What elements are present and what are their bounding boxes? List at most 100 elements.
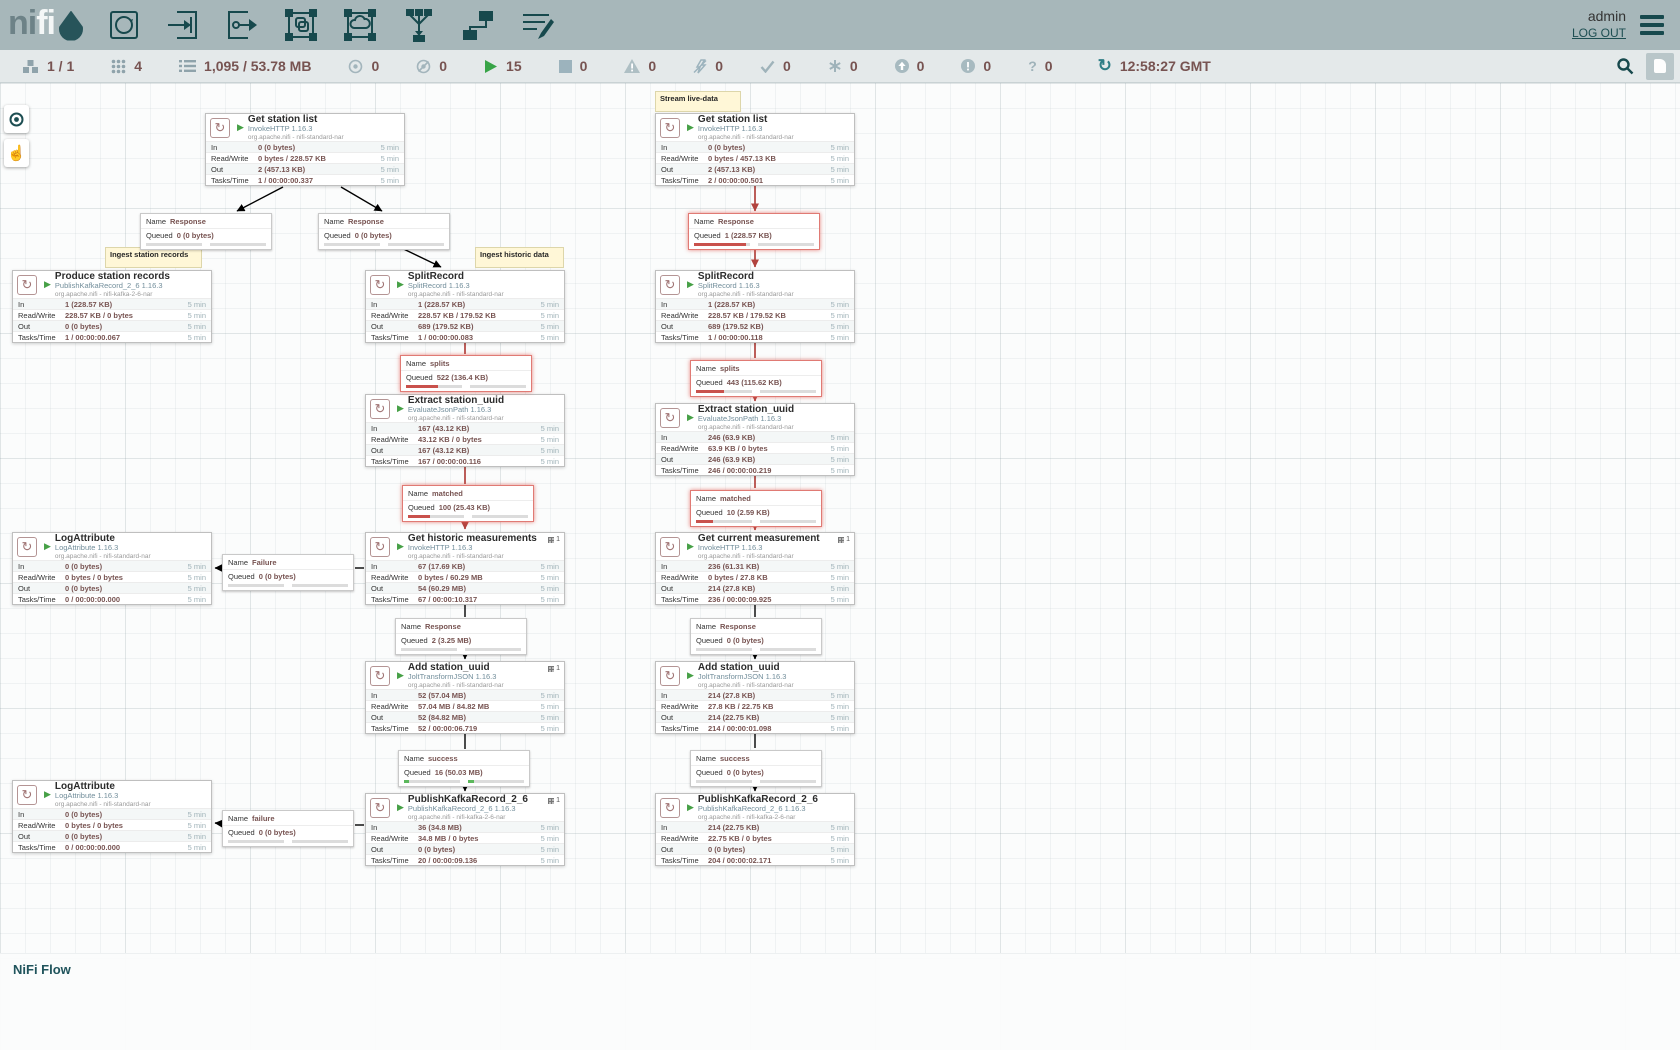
processor-add-station-uuid-live[interactable]: ↻▶Add station_uuidJoltTransformJSON 1.16…	[655, 661, 855, 734]
connection-matched-live[interactable]: NamematchedQueued10 (2.59 KB)	[690, 490, 822, 527]
stat-row-tasks-time: Tasks/Time204 / 00:00:02.1715 min	[656, 854, 854, 865]
processor-extract-station-uuid-live[interactable]: ↻▶Extract station_uuidEvaluateJsonPath 1…	[655, 403, 855, 476]
processor-publishkafkarecord-hist[interactable]: ↻▶PublishKafkaRecord_2_6PublishKafkaReco…	[365, 793, 565, 866]
navigate-palette-toggle[interactable]	[4, 105, 29, 133]
up-to-date-status: 0	[760, 58, 791, 74]
connection-response-to-split-hist[interactable]: NameResponseQueued0 (0 bytes)	[318, 213, 450, 250]
stat-window: 5 min	[541, 702, 559, 711]
processor-bundle: org.apache.nifi - nifi-standard-nar	[408, 553, 537, 560]
stat-value: 36 (34.8 MB)	[418, 823, 541, 832]
connection-success-hist[interactable]: NamesuccessQueued16 (50.03 MB)	[398, 750, 530, 787]
processor-get-station-list-hist[interactable]: ↻▶Get station listInvokeHTTP 1.16.3org.a…	[205, 113, 405, 186]
processor-icon: ↻	[660, 666, 680, 686]
queued-value: 0 (0 bytes)	[259, 828, 296, 837]
template-component-icon[interactable]	[459, 6, 497, 44]
label-stream-live-data[interactable]: Stream live-data	[655, 91, 741, 112]
queued-icon	[179, 59, 196, 73]
panel-toggle-button[interactable]	[1646, 53, 1674, 80]
connection-name-label: Name	[694, 217, 714, 226]
connection-matched-hist[interactable]: NamematchedQueued100 (25.43 KB)	[402, 485, 534, 522]
stat-window: 5 min	[188, 573, 206, 582]
processor-component-icon[interactable]	[105, 6, 143, 44]
queued-value: 0 (0 bytes)	[355, 231, 392, 240]
queued-value: 16 (50.03 MB)	[435, 768, 483, 777]
stat-label: In	[661, 300, 708, 309]
stat-window: 5 min	[831, 595, 849, 604]
process-group-component-icon[interactable]	[282, 6, 320, 44]
queued-label: Queued	[696, 508, 723, 517]
label-ingest-station-records[interactable]: Ingest station records	[105, 247, 202, 268]
stat-window: 5 min	[541, 457, 559, 466]
active-threads-badge: 1	[548, 797, 560, 804]
stat-window: 5 min	[831, 691, 849, 700]
processor-extract-station-uuid-hist[interactable]: ↻▶Extract station_uuidEvaluateJsonPath 1…	[365, 394, 565, 467]
stat-value: 228.57 KB / 0 bytes	[65, 311, 188, 320]
processor-get-current-measurement[interactable]: ↻▶Get current measurementInvokeHTTP 1.16…	[655, 532, 855, 605]
connection-name-value: Response	[170, 217, 206, 226]
stat-value: 246 (63.9 KB)	[708, 433, 831, 442]
label-ingest-historic-data[interactable]: Ingest historic data	[475, 247, 564, 268]
connection-splits-live[interactable]: NamesplitsQueued443 (115.62 KB)	[690, 360, 822, 397]
flow-canvas[interactable]: ☝ NiFi Flow ↻▶Get station listInvokeHTTP…	[0, 83, 1680, 1050]
search-button[interactable]	[1610, 53, 1640, 79]
connection-name-row: Namematched	[691, 491, 821, 505]
connection-response-to-produce[interactable]: NameResponseQueued0 (0 bytes)	[140, 213, 272, 250]
stat-label: Out	[661, 165, 708, 174]
remote-process-group-component-icon[interactable]	[341, 6, 379, 44]
processor-type: EvaluateJsonPath 1.16.3	[408, 406, 504, 414]
stat-label: Out	[371, 713, 418, 722]
breadcrumb[interactable]: NiFi Flow	[0, 954, 71, 977]
connection-response-live[interactable]: NameResponseQueued0 (0 bytes)	[690, 618, 822, 655]
processor-produce-station-records[interactable]: ↻▶Produce station recordsPublishKafkaRec…	[12, 270, 212, 343]
refresh-icon[interactable]: ↻	[1098, 56, 1112, 76]
global-menu-button[interactable]	[1640, 11, 1680, 39]
stat-window: 5 min	[188, 584, 206, 593]
processor-icon: ↻	[660, 537, 680, 557]
object-backpressure-bar	[228, 840, 284, 843]
stat-value: 1 (228.57 KB)	[65, 300, 188, 309]
stat-value: 236 (61.31 KB)	[708, 562, 831, 571]
processor-add-station-uuid-hist[interactable]: ↻▶Add station_uuidJoltTransformJSON 1.16…	[365, 661, 565, 734]
cluster-count: 1 / 1	[47, 58, 74, 74]
connection-name-value: Response	[425, 622, 461, 631]
connection-name-value: Failure	[252, 558, 277, 567]
connection-failure-to-log-2[interactable]: NamefailureQueued0 (0 bytes)	[222, 810, 354, 847]
connection-name-row: NameResponse	[396, 619, 526, 633]
connection-response-to-split-live[interactable]: NameResponseQueued1 (228.57 KB)	[688, 213, 820, 250]
connection-path[interactable]	[237, 187, 283, 211]
sync-failure-icon	[961, 59, 975, 73]
processor-icon: ↻	[660, 118, 680, 138]
operate-palette-toggle[interactable]: ☝	[4, 139, 29, 167]
processor-get-station-list-live[interactable]: ↻▶Get station listInvokeHTTP 1.16.3org.a…	[655, 113, 855, 186]
connection-name-row: Namesplits	[401, 356, 531, 370]
processor-publishkafkarecord-live[interactable]: ↻▶PublishKafkaRecord_2_6PublishKafkaReco…	[655, 793, 855, 866]
processor-logattribute-2[interactable]: ↻▶LogAttributeLogAttribute 1.16.3org.apa…	[12, 780, 212, 853]
stat-label: Out	[18, 832, 65, 841]
input-port-component-icon[interactable]	[164, 6, 202, 44]
processor-splitrecord-hist[interactable]: ↻▶SplitRecordSplitRecord 1.16.3org.apach…	[365, 270, 565, 343]
label-component-icon[interactable]	[518, 6, 556, 44]
connection-path[interactable]	[341, 187, 382, 211]
processor-logattribute-1[interactable]: ↻▶LogAttributeLogAttribute 1.16.3org.apa…	[12, 532, 212, 605]
connection-success-live[interactable]: NamesuccessQueued0 (0 bytes)	[690, 750, 822, 787]
connection-splits-hist[interactable]: NamesplitsQueued522 (136.4 KB)	[400, 355, 532, 392]
threads-count: 4	[134, 58, 142, 74]
output-port-component-icon[interactable]	[223, 6, 261, 44]
logout-link[interactable]: LOG OUT	[1572, 26, 1626, 40]
connection-response-hist[interactable]: NameResponseQueued2 (3.25 MB)	[395, 618, 527, 655]
processor-header: ↻▶Get station listInvokeHTTP 1.16.3org.a…	[656, 114, 854, 141]
connection-failure-to-log-1[interactable]: NameFailureQueued0 (0 bytes)	[222, 554, 354, 591]
stat-value: 0 (0 bytes)	[65, 832, 188, 841]
connection-name-row: NameResponse	[691, 619, 821, 633]
queued-label: Queued	[694, 231, 721, 240]
processor-splitrecord-live[interactable]: ↻▶SplitRecordSplitRecord 1.16.3org.apach…	[655, 270, 855, 343]
funnel-component-icon[interactable]	[400, 6, 438, 44]
processor-get-historic-measurements[interactable]: ↻▶Get historic measurementsInvokeHTTP 1.…	[365, 532, 565, 605]
processor-bundle: org.apache.nifi - nifi-standard-nar	[408, 415, 504, 422]
processor-header: ↻▶Extract station_uuidEvaluateJsonPath 1…	[366, 395, 564, 422]
stat-label: Out	[371, 584, 418, 593]
processor-icon: ↻	[17, 275, 37, 295]
stat-row-in: In0 (0 bytes)5 min	[13, 808, 211, 819]
threads-icon	[111, 59, 126, 74]
stat-label: Tasks/Time	[661, 176, 708, 185]
